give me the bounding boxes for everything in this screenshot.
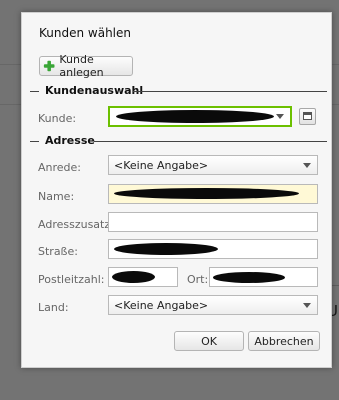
section-divider: [30, 91, 39, 92]
street-input[interactable]: [108, 239, 318, 259]
chevron-down-icon: [303, 303, 311, 308]
dialog-title: Kunden wählen: [39, 26, 131, 40]
customer-combobox[interactable]: [108, 106, 292, 127]
city-input[interactable]: [209, 267, 318, 287]
name-label: Name:: [38, 190, 75, 203]
redacted-name-value: [114, 188, 299, 199]
plus-icon: [43, 60, 55, 72]
street-label: Straße:: [38, 245, 78, 258]
customer-label: Kunde:: [38, 112, 77, 125]
new-customer-button[interactable]: Kunde anlegen: [39, 53, 133, 79]
country-label: Land:: [38, 301, 69, 314]
salutation-value: <Keine Angabe>: [114, 158, 209, 172]
chevron-down-icon: [276, 114, 284, 119]
section-title: Adresse: [45, 134, 95, 147]
country-value: <Keine Angabe>: [114, 298, 209, 312]
zip-label: Postleitzahl:: [38, 273, 105, 286]
redacted-city-value: [213, 272, 285, 283]
section-address: Adresse: [30, 134, 327, 148]
address-extra-input[interactable]: [108, 212, 318, 232]
redacted-customer-value: [116, 110, 274, 123]
section-divider: [133, 91, 327, 92]
address-extra-label: Adresszusatz:: [38, 218, 114, 231]
window-icon: [303, 112, 312, 120]
section-divider: [94, 141, 327, 142]
chevron-down-icon: [303, 163, 311, 168]
section-divider: [30, 141, 39, 142]
redacted-zip-value: [112, 271, 155, 283]
ok-button[interactable]: OK: [174, 331, 244, 351]
zip-input[interactable]: [108, 267, 178, 287]
salutation-select[interactable]: <Keine Angabe>: [108, 155, 318, 175]
select-customer-dialog: Kunden wählen Kunde anlegen Kundenauswah…: [21, 12, 332, 368]
section-title: Kundenauswahl: [45, 84, 144, 97]
name-input[interactable]: [108, 184, 318, 204]
section-customer-selection: Kundenauswahl: [30, 84, 327, 98]
redacted-street-value: [114, 243, 218, 255]
salutation-label: Anrede:: [38, 161, 82, 174]
browse-customer-button[interactable]: [299, 108, 316, 125]
city-label: Ort:: [187, 273, 209, 286]
cancel-button[interactable]: Abbrechen: [248, 331, 320, 351]
new-customer-label: Kunde anlegen: [59, 53, 104, 79]
country-select[interactable]: <Keine Angabe>: [108, 295, 318, 315]
